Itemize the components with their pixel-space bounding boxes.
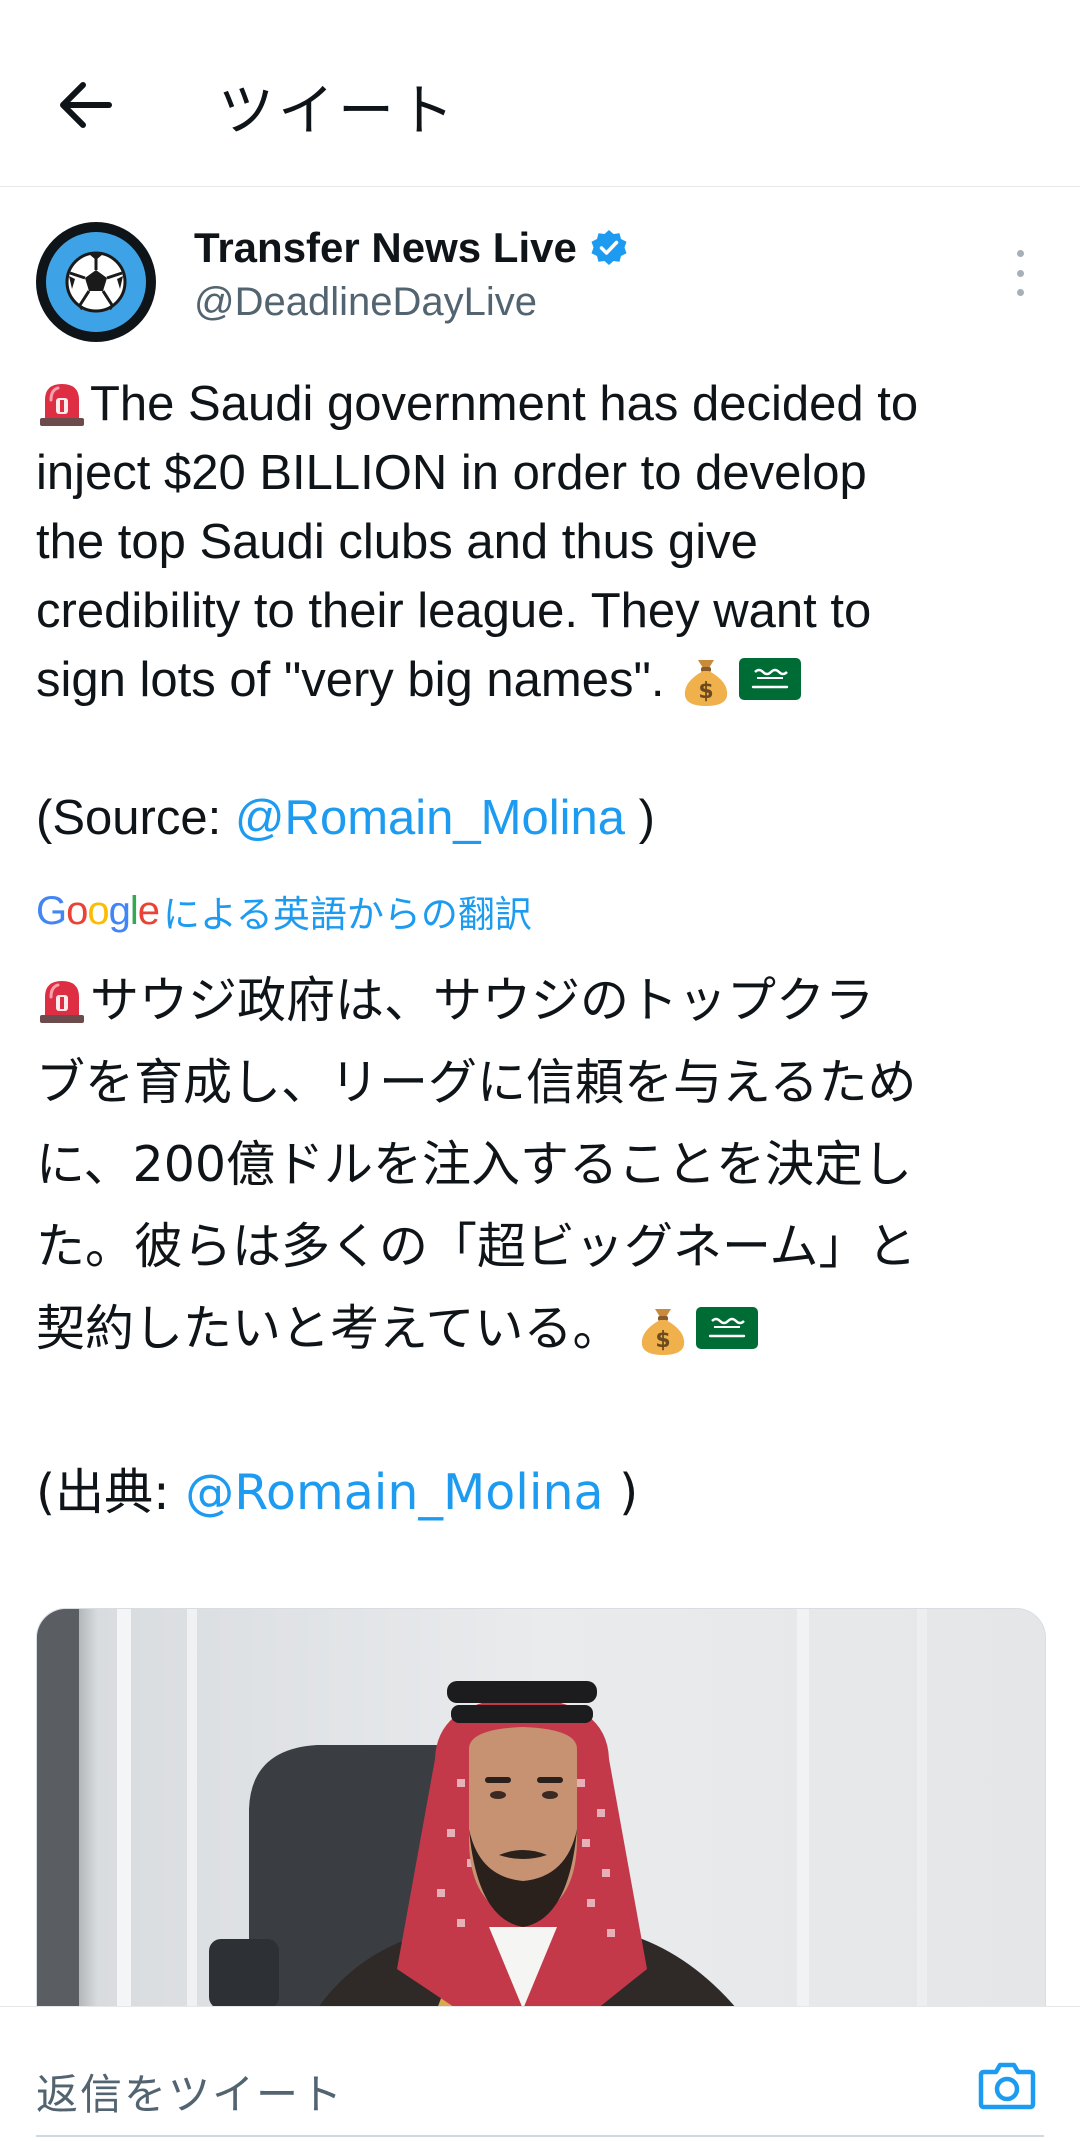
more-vertical-icon-dot [1016, 250, 1024, 257]
author-name-text: Transfer News Live [194, 224, 577, 271]
tweet-detail-screen: ツイート Transfer News Live @DeadlineDayLive… [0, 0, 1080, 2141]
tweet-line: sign lots of "very big names". $ [36, 646, 1046, 715]
translated-tweet-text: サウジ政府は、サウジのトップクラ ブを育成し、リーグに信頼を与えるため に、20… [36, 960, 1056, 1534]
avatar-image [46, 232, 146, 332]
tweet-source-line: (Source: @Romain_Molina ) [36, 791, 655, 845]
reply-input-underline [36, 2135, 1044, 2137]
tweet-line: the top Saudi clubs and thus give [36, 515, 758, 569]
tweet-text: The Saudi government has decided to inje… [36, 370, 1046, 853]
tweet-line: credibility to their league. They want t… [36, 584, 872, 638]
translation-label[interactable]: Google による英語からの翻訳 [36, 884, 532, 938]
soccer-ball-icon [65, 251, 127, 313]
svg-text:$: $ [698, 679, 713, 704]
camera-icon [978, 2062, 1036, 2110]
tweet-line: The Saudi government has decided to [36, 370, 1046, 439]
back-button[interactable] [50, 70, 120, 140]
photo-person-image [37, 1609, 1045, 2009]
reply-bar: 返信をツイート [0, 2006, 1080, 2141]
svg-text:$: $ [655, 1328, 670, 1353]
mention-link[interactable]: @Romain_Molina [185, 1464, 603, 1521]
saudi-flag-emoji-icon [695, 1307, 758, 1349]
translated-line: た。彼らは多くの「超ビッグネーム」と [36, 1218, 917, 1275]
page-title: ツイート [218, 79, 458, 144]
mention-link[interactable]: @Romain_Molina [235, 791, 625, 845]
more-vertical-icon-dot [1016, 269, 1024, 277]
tweet-media-image[interactable] [36, 1608, 1046, 2010]
more-vertical-icon-dot [1016, 289, 1024, 296]
saudi-flag-emoji-icon [738, 658, 801, 700]
top-app-bar: ツイート [0, 0, 1080, 187]
translated-line: に、200億ドルを注入することを決定し [36, 1136, 913, 1193]
camera-button[interactable] [975, 2055, 1039, 2115]
translation-label-text: による英語からの翻訳 [163, 893, 532, 936]
translated-line: 契約したいと考えている。 $ [36, 1288, 1056, 1370]
tweet-line: inject $20 BILLION in order to develop [36, 446, 867, 500]
translated-source-line: (出典: @Romain_Molina ) [36, 1464, 639, 1521]
author-display-name[interactable]: Transfer News Live [194, 224, 629, 272]
reply-input[interactable]: 返信をツイート [36, 2061, 344, 2122]
google-logo: Google [36, 888, 160, 933]
translated-line: サウジ政府は、サウジのトップクラ [36, 960, 1056, 1042]
arrow-left-icon [60, 82, 112, 128]
author-handle[interactable]: @DeadlineDayLive [194, 280, 537, 325]
siren-emoji-icon [40, 981, 84, 1023]
verified-badge-icon [589, 228, 629, 268]
translated-line: ブを育成し、リーグに信頼を与えるため [36, 1054, 917, 1111]
money-bag-emoji-icon: $ [684, 660, 727, 706]
money-bag-emoji-icon: $ [641, 1309, 684, 1355]
more-options-button[interactable] [1000, 250, 1040, 296]
avatar[interactable] [36, 222, 156, 342]
siren-emoji-icon [40, 384, 84, 426]
